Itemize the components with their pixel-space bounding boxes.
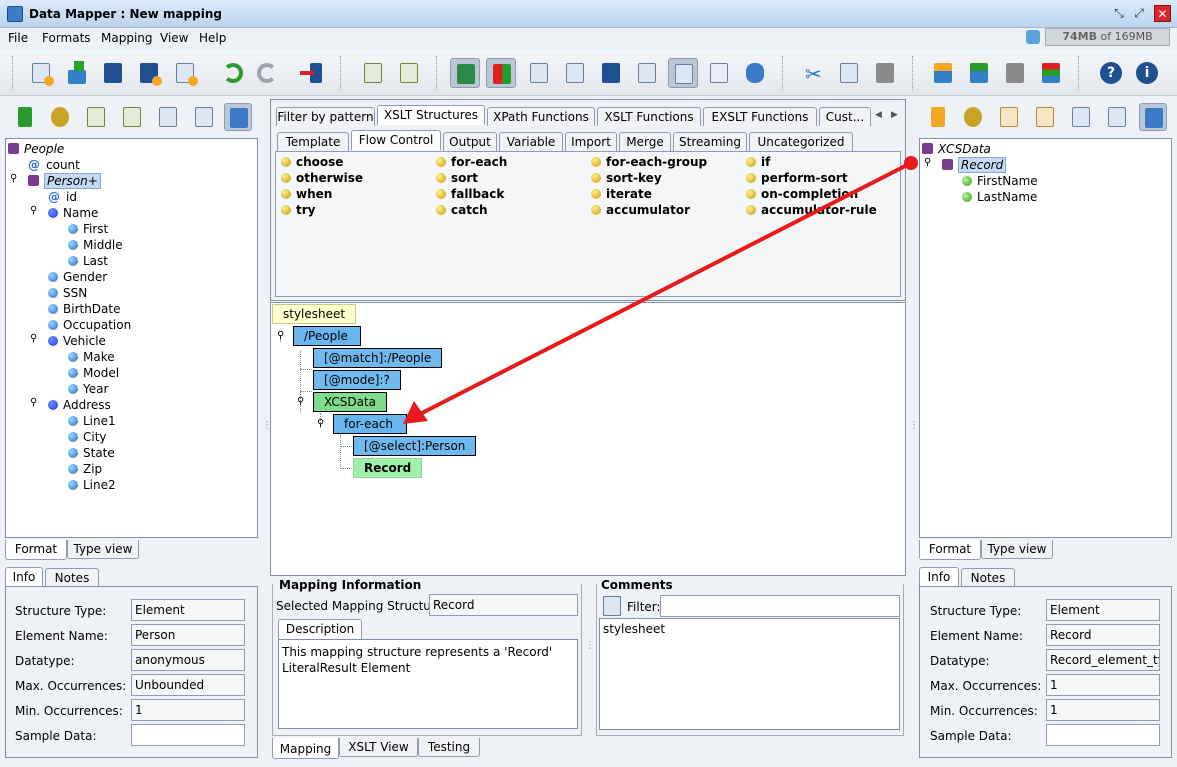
arrow-line <box>419 161 912 416</box>
mapping-arrow <box>403 156 918 424</box>
